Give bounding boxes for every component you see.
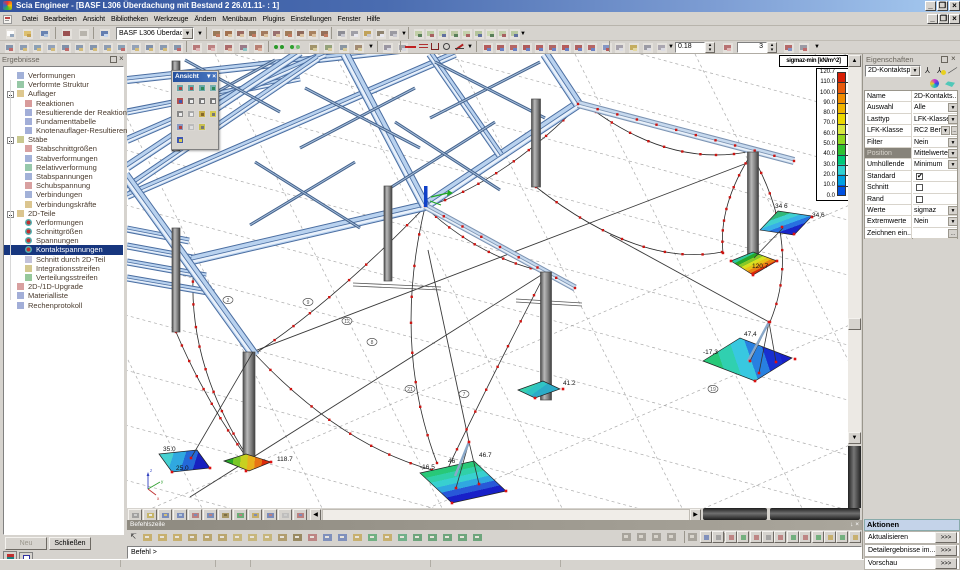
svg-text:8: 8 <box>371 340 374 346</box>
svg-text:2: 2 <box>227 298 230 304</box>
svg-text:19: 19 <box>710 387 716 393</box>
svg-text:12: 12 <box>344 319 350 325</box>
svg-text:y: y <box>161 479 164 484</box>
svg-text:z: z <box>150 468 153 473</box>
svg-text:9: 9 <box>307 300 310 306</box>
svg-text:x: x <box>157 496 160 501</box>
svg-text:7: 7 <box>463 392 466 398</box>
svg-text:21: 21 <box>407 387 413 393</box>
